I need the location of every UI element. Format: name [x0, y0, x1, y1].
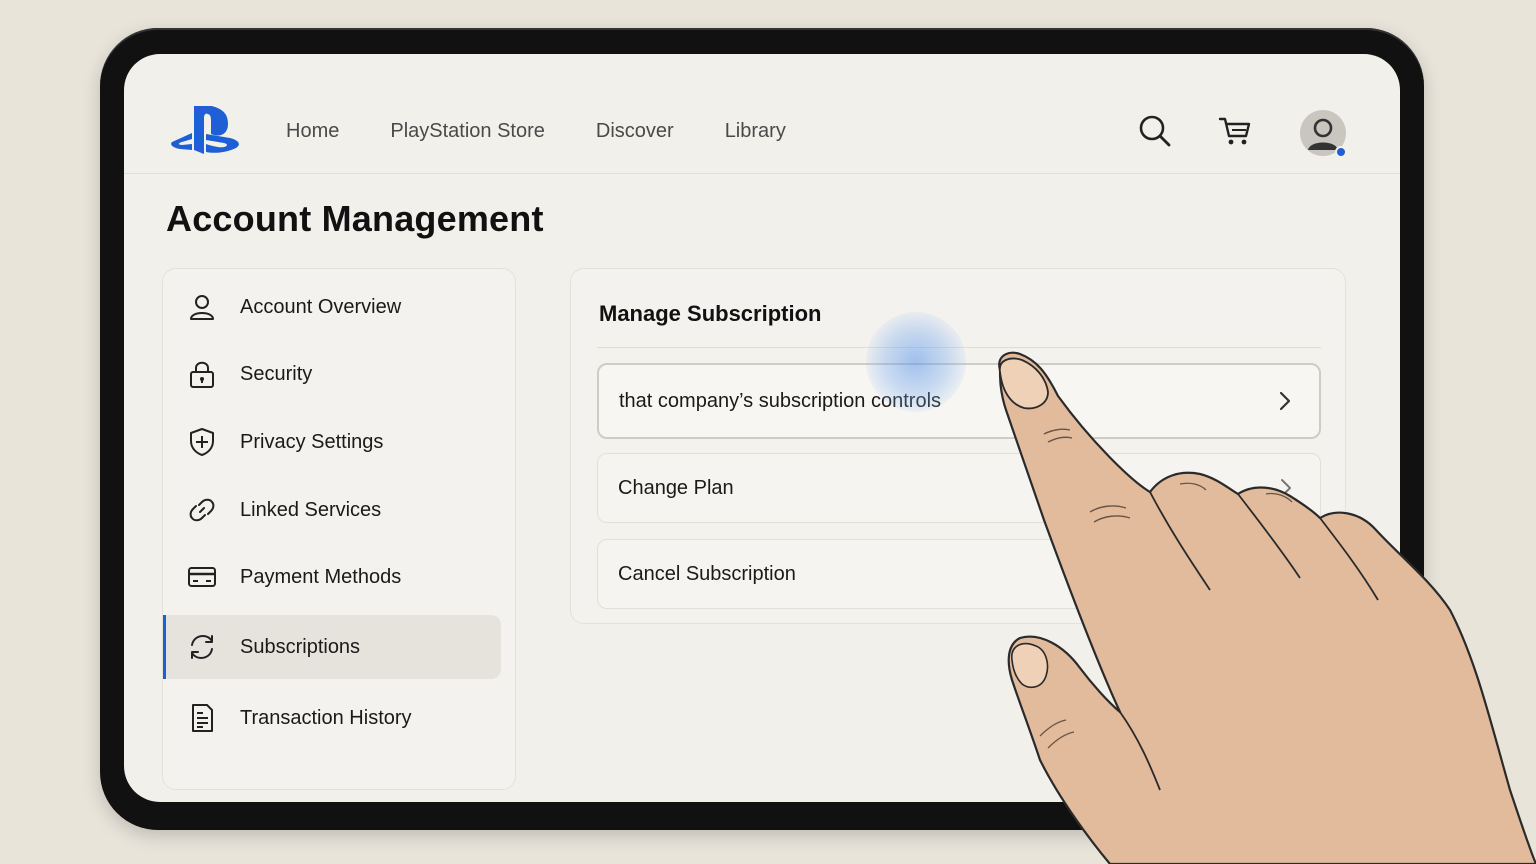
sidebar-item-subscriptions[interactable]: Subscriptions — [163, 615, 501, 679]
option-label: Change Plan — [618, 476, 734, 499]
chevron-right-icon — [1279, 391, 1291, 411]
sidebar-item-label: Subscriptions — [240, 635, 361, 658]
nav-discover[interactable]: Discover — [596, 120, 674, 143]
sidebar-item-label: Privacy Settings — [240, 430, 384, 453]
sidebar-item-linked-services[interactable]: Linked Services — [163, 479, 501, 541]
cart-icon[interactable] — [1218, 114, 1252, 148]
option-label: Cancel Subscription — [618, 562, 796, 585]
sidebar-item-label: Linked Services — [240, 498, 382, 521]
sidebar-item-privacy-settings[interactable]: Privacy Settings — [163, 411, 501, 473]
receipt-icon — [192, 704, 213, 732]
notification-dot — [1335, 146, 1347, 158]
change-plan-option[interactable]: Change Plan — [597, 453, 1321, 523]
sidebar-item-account-overview[interactable]: Account Overview — [163, 276, 501, 338]
chevron-right-icon — [1281, 479, 1291, 497]
nav-library[interactable]: Library — [725, 120, 786, 143]
page-title: Account Management — [166, 198, 544, 239]
sync-icon — [191, 634, 213, 660]
cancel-subscription-option[interactable]: Cancel Subscription — [597, 539, 1321, 609]
sidebar-item-label: Transaction History — [240, 706, 412, 729]
sidebar-item-label: Security — [240, 362, 313, 385]
search-icon[interactable] — [1138, 114, 1172, 148]
sidebar-item-payment-methods[interactable]: Payment Methods — [163, 546, 501, 608]
screen: Home PlayStation Store Discover Library — [124, 54, 1400, 802]
credit-card-icon — [188, 567, 216, 587]
sidebar-item-security[interactable]: Security — [163, 343, 501, 405]
sidebar: Account Overview Security Privacy Settin… — [162, 268, 516, 790]
sidebar-item-label: Payment Methods — [240, 565, 402, 588]
nav-home[interactable]: Home — [286, 120, 339, 143]
top-navigation: Home PlayStation Store Discover Library — [124, 54, 1400, 174]
nav-playstation-store[interactable]: PlayStation Store — [390, 120, 545, 143]
shield-plus-icon — [190, 428, 214, 456]
lock-icon — [190, 361, 214, 388]
link-icon — [189, 498, 215, 522]
manage-subscription-panel: Manage Subscription that company’s subsc… — [570, 268, 1346, 624]
sidebar-item-label: Account Overview — [240, 295, 402, 318]
playstation-logo[interactable] — [170, 104, 240, 160]
tablet-frame: Home PlayStation Store Discover Library — [100, 28, 1424, 830]
user-icon — [190, 295, 214, 320]
touch-ripple — [866, 312, 966, 412]
sidebar-item-transaction-history[interactable]: Transaction History — [163, 687, 501, 749]
panel-title: Manage Subscription — [599, 301, 822, 326]
